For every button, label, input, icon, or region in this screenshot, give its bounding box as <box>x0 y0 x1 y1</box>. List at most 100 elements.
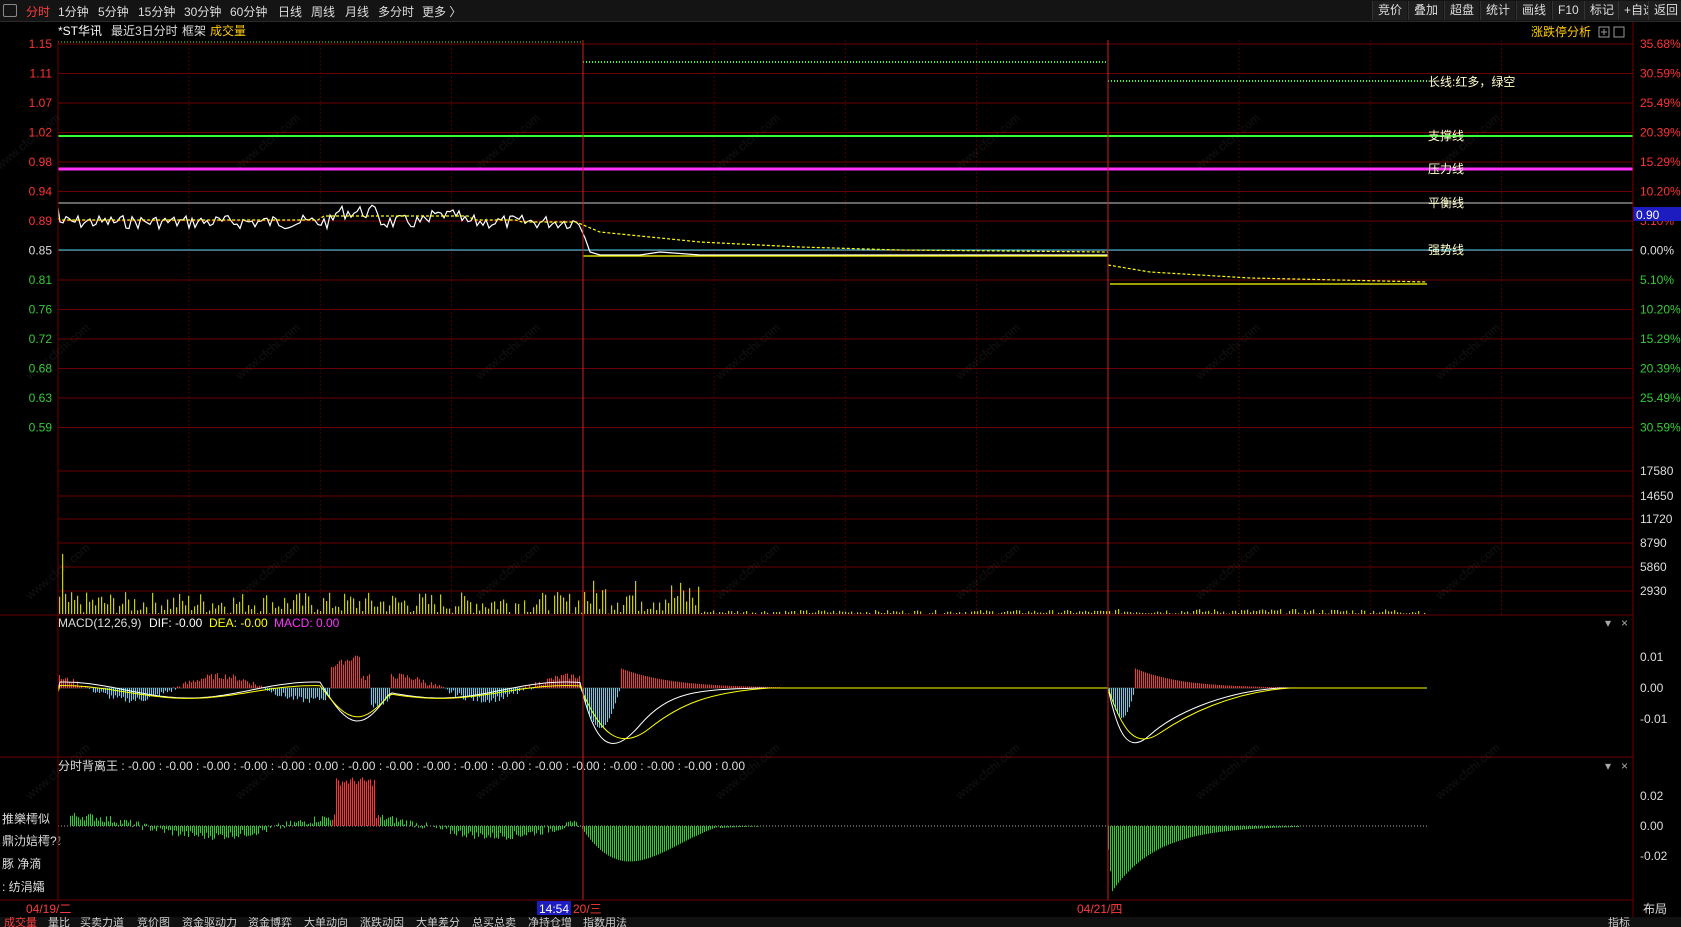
draw-line-button[interactable]: 画线 <box>1516 1 1552 20</box>
super-button[interactable]: 超盘 <box>1444 1 1480 20</box>
bottom-tab-net-position[interactable]: 净持仓增 <box>528 917 572 927</box>
bottom-tab-big-diff[interactable]: 大单差分 <box>416 917 460 927</box>
volume-bar <box>353 598 355 614</box>
divergence-bar <box>568 821 569 826</box>
macd-menu-icon[interactable]: ▾ <box>1605 616 1611 630</box>
divergence-bar <box>1280 826 1281 828</box>
volume-bar <box>605 589 607 614</box>
volume-bar <box>1088 611 1090 614</box>
macd-bar <box>373 688 374 708</box>
tab-weekly[interactable]: 周线 <box>311 3 335 20</box>
bottom-tab-big-order[interactable]: 大单动向 <box>304 917 348 927</box>
divergence-close-icon[interactable]: × <box>1621 759 1628 773</box>
divergence-bar <box>134 824 135 826</box>
volume-bar <box>722 612 724 614</box>
indicator-button[interactable]: 指标 <box>1608 917 1630 927</box>
macd-bar <box>1251 686 1252 688</box>
tab-5min[interactable]: 5分钟 <box>98 3 129 20</box>
volume-bar <box>671 585 673 614</box>
divergence-bar <box>150 826 151 831</box>
divergence-bar <box>1230 826 1231 831</box>
divergence-bar <box>512 826 513 839</box>
volume-bar <box>1241 610 1243 614</box>
macd-bar <box>667 680 668 688</box>
macd-bar <box>333 667 334 688</box>
volume-bar <box>260 611 262 614</box>
tab-15min[interactable]: 15分钟 <box>138 3 175 20</box>
divergence-bar <box>1180 826 1181 841</box>
divergence-bar <box>226 826 227 838</box>
macd-bar <box>713 684 714 688</box>
tab-intraday[interactable]: 分时 <box>26 3 50 20</box>
divergence-bar <box>1286 826 1287 828</box>
divergence-bar <box>688 826 689 840</box>
volume-bar <box>866 611 868 614</box>
divergence-bar <box>346 780 347 826</box>
stock-name: *ST华讯 <box>58 24 102 38</box>
auction-button[interactable]: 竞价 <box>1372 1 1408 20</box>
bottom-tab-buy-sell-force[interactable]: 买卖力道 <box>80 917 124 927</box>
volume-bar <box>800 610 802 614</box>
tab-multi-intraday[interactable]: 多分时 <box>378 3 414 20</box>
divergence-bar <box>440 826 441 830</box>
volume-bar <box>1343 611 1345 614</box>
volume-bar <box>419 593 421 614</box>
macd-bar <box>633 672 634 688</box>
volume-bar <box>1106 611 1108 614</box>
bottom-tab-index-usage[interactable]: 指数用法 <box>583 917 627 927</box>
tab-daily[interactable]: 日线 <box>278 3 302 20</box>
bottom-tab-fund-game[interactable]: 资金博弈 <box>248 917 292 927</box>
divergence-bar <box>116 823 117 826</box>
chart-area[interactable]: *ST华讯 最近3日分时 框架 成交量 涨跌停分析 1.151.111.071.… <box>0 22 1681 917</box>
window-icon[interactable] <box>1613 26 1625 38</box>
tab-30min[interactable]: 30分钟 <box>184 3 221 20</box>
macd-close-icon[interactable]: × <box>1621 616 1628 630</box>
divergence-bar <box>596 826 597 847</box>
tab-60min[interactable]: 60分钟 <box>230 3 267 20</box>
volume-bar <box>1163 613 1165 614</box>
divergence-bar <box>1202 826 1203 835</box>
bottom-tab-volume-ratio[interactable]: 量比 <box>48 917 70 927</box>
divergence-bar <box>240 826 241 834</box>
macd-bar <box>615 688 616 704</box>
layout-button[interactable]: 布局 <box>1643 902 1667 916</box>
volume-bar <box>986 610 988 614</box>
volume-bar <box>659 602 661 614</box>
macd-bar <box>451 688 452 693</box>
divergence-bar <box>1158 826 1159 850</box>
macd-bar <box>317 688 318 697</box>
tab-1min[interactable]: 1分钟 <box>58 3 89 20</box>
volume-bar <box>1049 610 1051 614</box>
macd-bar <box>697 683 698 688</box>
app-menu-icon[interactable] <box>3 4 17 17</box>
volume-bar <box>1097 610 1099 614</box>
tab-more[interactable]: 更多 〉 <box>422 3 461 20</box>
divergence-bar <box>170 826 171 831</box>
divergence-bar <box>234 826 235 839</box>
frame-label[interactable]: 框架 <box>182 24 206 38</box>
expand-icon[interactable] <box>1598 26 1610 38</box>
mark-button[interactable]: 标记 <box>1584 1 1620 20</box>
stats-button[interactable]: 统计 <box>1480 1 1516 20</box>
divergence-menu-icon[interactable]: ▾ <box>1605 759 1611 773</box>
overlay-button[interactable]: 叠加 <box>1408 1 1444 20</box>
back-button[interactable]: 返回 <box>1648 1 1681 20</box>
bottom-tab-volume[interactable]: 成交量 <box>4 917 37 927</box>
volume-bar <box>1121 613 1123 614</box>
bottom-tab-auction[interactable]: 竞价图 <box>137 917 170 927</box>
macd-bar <box>99 688 100 694</box>
bottom-tab-change-cause[interactable]: 涨跌动因 <box>360 917 404 927</box>
volume-bar <box>101 596 103 614</box>
bottom-tab-total-buy-sell[interactable]: 总买总卖 <box>472 917 516 927</box>
mode-label[interactable]: 最近3日分时 <box>111 24 178 38</box>
macd-bar <box>593 688 594 723</box>
limit-analysis-button[interactable]: 涨跌停分析 <box>1531 24 1591 39</box>
volume-bar <box>1016 610 1018 614</box>
f10-button[interactable]: F10 <box>1552 1 1584 20</box>
volume-bar <box>482 603 484 614</box>
tab-monthly[interactable]: 月线 <box>345 3 369 20</box>
bottom-tab-fund-drive[interactable]: 资金驱动力 <box>182 917 237 927</box>
watermark-text: www.cfchi.com <box>1192 541 1263 603</box>
volume-bar <box>827 612 829 614</box>
volume-bar <box>575 607 577 614</box>
